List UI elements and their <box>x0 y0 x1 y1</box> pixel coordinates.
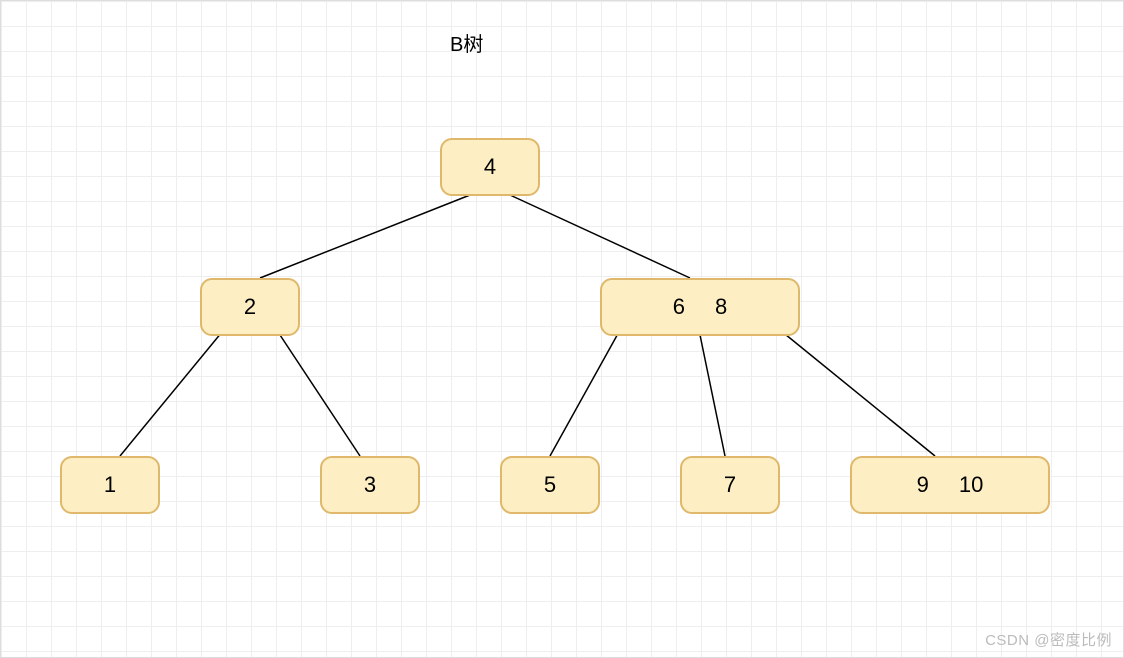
node-key: 5 <box>544 472 556 498</box>
node-1: 1 <box>60 456 160 514</box>
node-5: 5 <box>500 456 600 514</box>
diagram-title: B树 <box>450 28 483 57</box>
node-key: 8 <box>715 294 727 320</box>
watermark: CSDN @密度比例 <box>985 629 1112 650</box>
node-key: 10 <box>959 472 983 498</box>
node-key: 1 <box>104 472 116 498</box>
node-key: 3 <box>364 472 376 498</box>
grid-background <box>0 0 1124 658</box>
node-key: 7 <box>724 472 736 498</box>
node-key: 4 <box>484 154 496 180</box>
node-9-10: 9 10 <box>850 456 1050 514</box>
node-7: 7 <box>680 456 780 514</box>
node-6-8: 6 8 <box>600 278 800 336</box>
node-root: 4 <box>440 138 540 196</box>
node-key: 2 <box>244 294 256 320</box>
node-3: 3 <box>320 456 420 514</box>
node-key: 9 <box>917 472 929 498</box>
node-key: 6 <box>673 294 685 320</box>
node-2: 2 <box>200 278 300 336</box>
